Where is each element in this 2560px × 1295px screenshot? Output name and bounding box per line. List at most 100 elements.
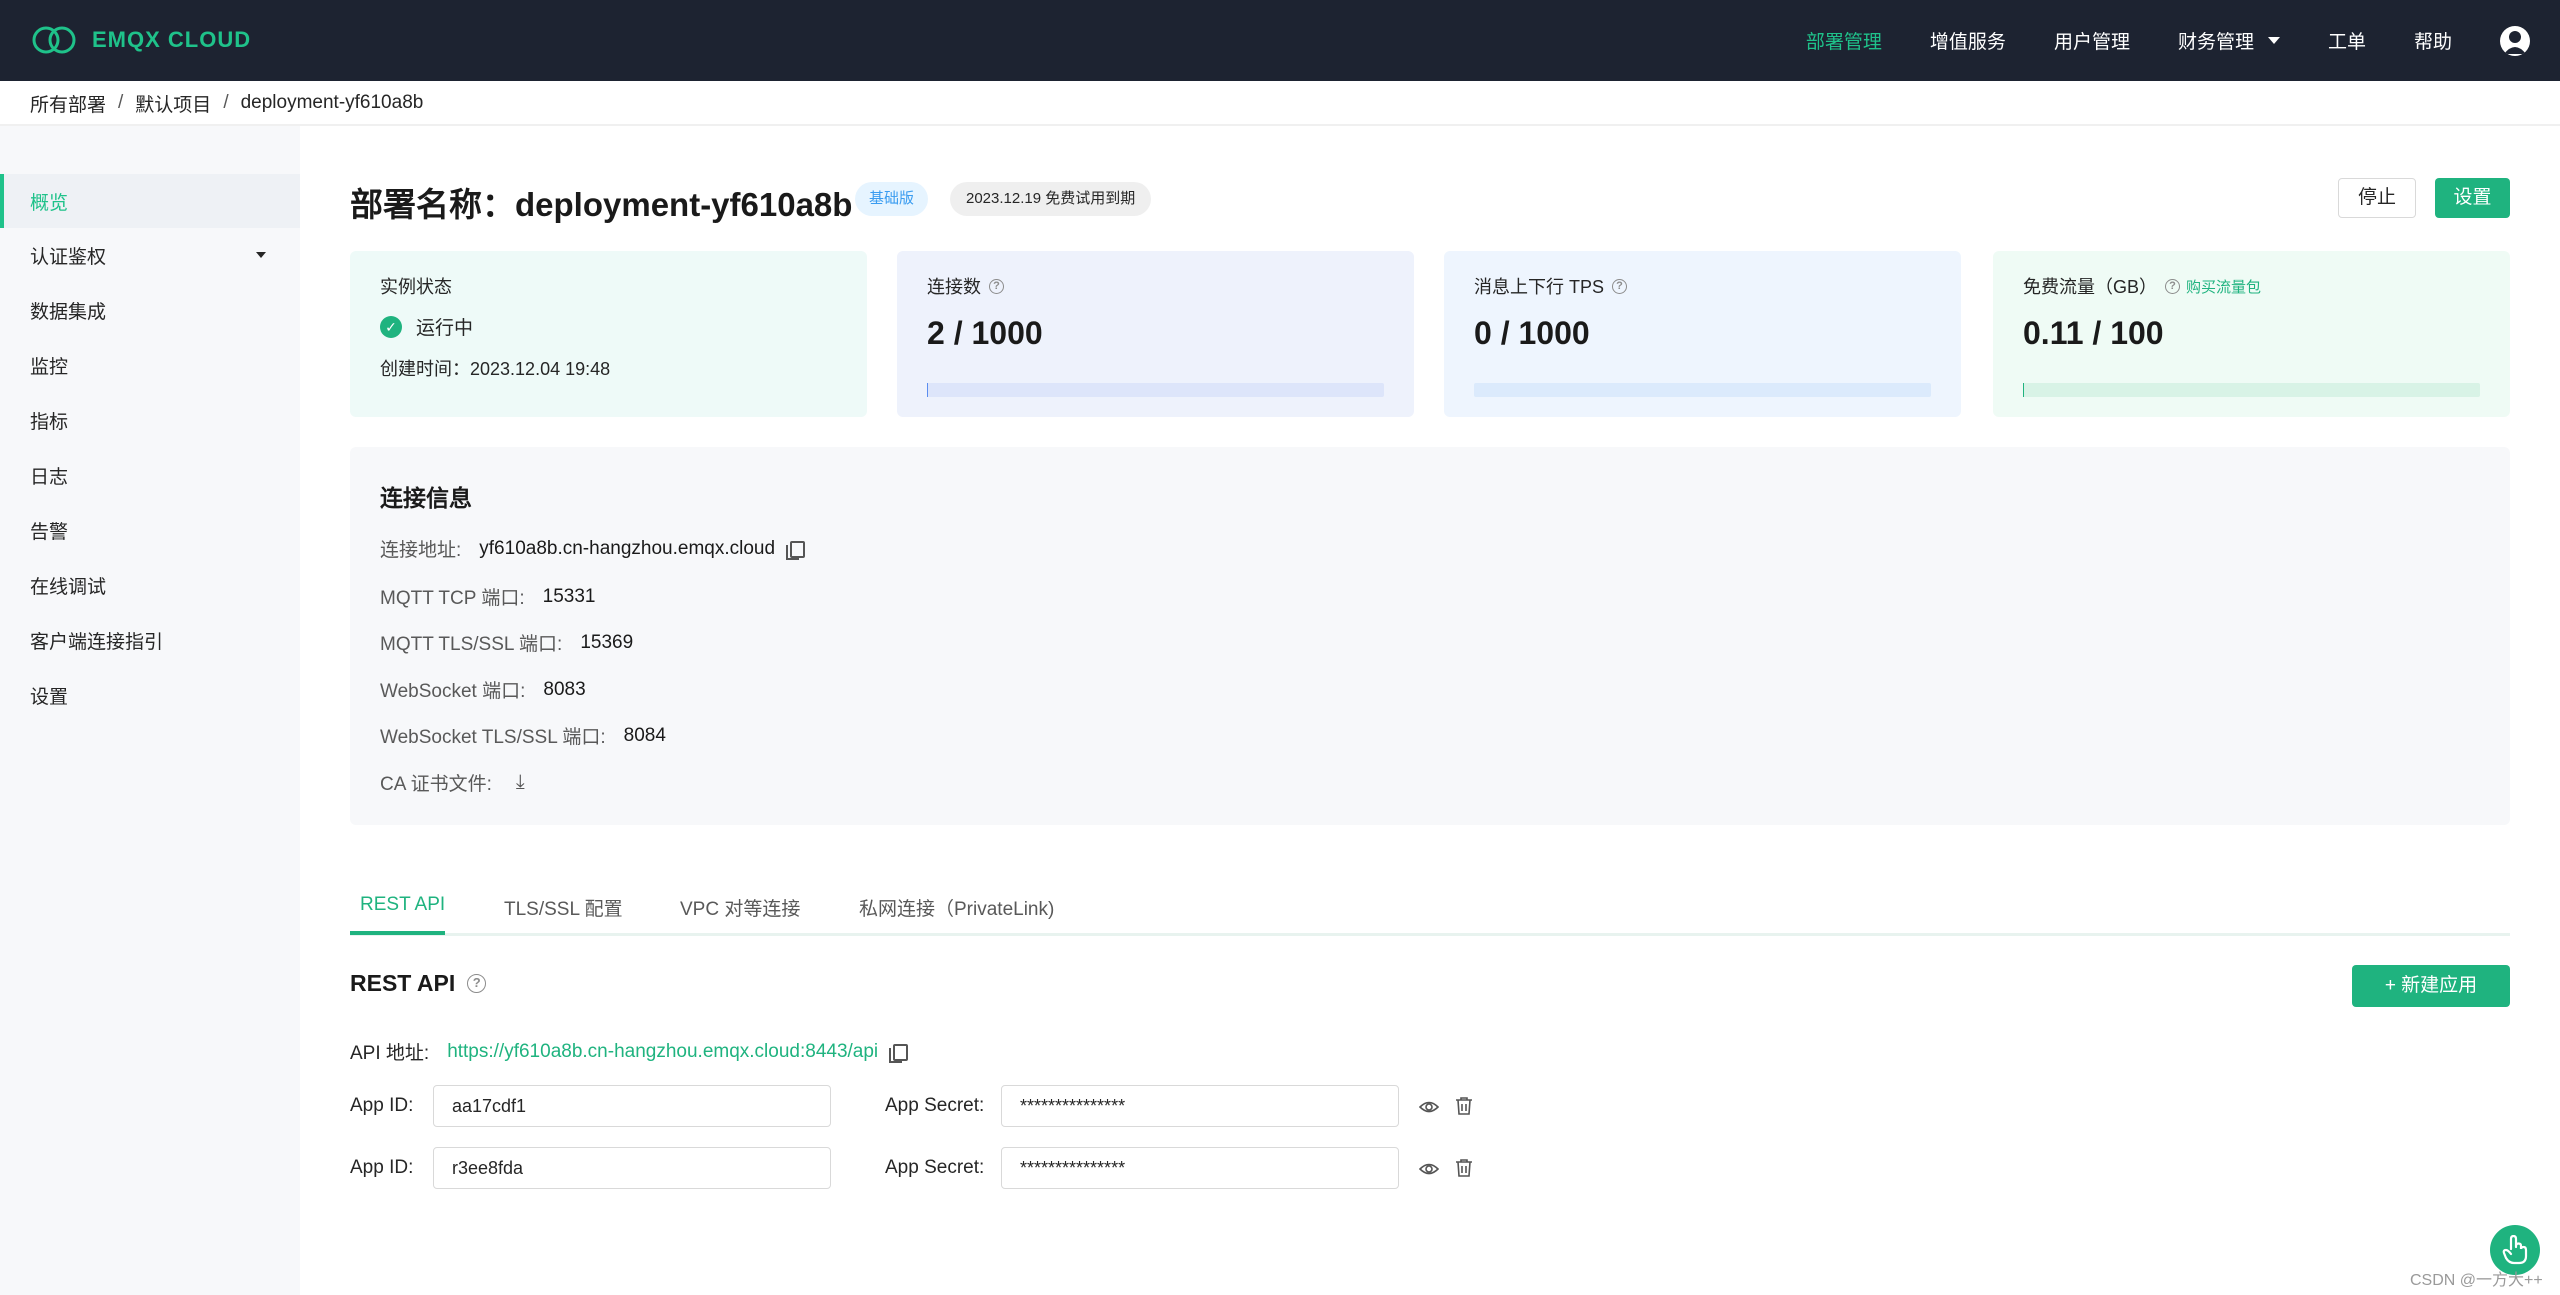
card-value: 2 / 1000 [927, 315, 1043, 351]
emqx-cloud-icon [32, 26, 76, 54]
sidebar: 概览 认证鉴权 数据集成 监控 指标 日志 告警 在线调试 客户端连接指引 设置 [0, 126, 300, 1295]
top-navbar: EMQX CLOUD 部署管理 增值服务 用户管理 财务管理 工单 帮助 [0, 0, 2560, 81]
buy-traffic-link[interactable]: 购买流量包 [2186, 276, 2261, 297]
card-value: 0.11 / 100 [2023, 315, 2164, 351]
conn-row-address: 连接地址: yf610a8b.cn-hangzhou.emqx.cloud [380, 535, 806, 562]
conn-row-mqtt-tls: MQTT TLS/SSL 端口: 15369 [380, 629, 633, 656]
conn-value: 15331 [542, 585, 596, 607]
card-label: 连接数 [927, 277, 981, 297]
new-app-button[interactable]: + 新建应用 [2352, 965, 2510, 1007]
user-avatar-icon[interactable] [2500, 25, 2530, 56]
trash-icon[interactable] [1455, 1158, 1473, 1178]
api-address-row: API 地址: https://yf610a8b.cn-hangzhou.emq… [350, 1038, 909, 1065]
created-time: 创建时间：2023.12.04 19:48 [380, 359, 611, 379]
copy-icon[interactable] [888, 1043, 909, 1063]
status-row: ✓ 运行中 [380, 313, 473, 340]
connections-card: 连接数? 2 / 1000 [897, 251, 1414, 417]
conn-key: CA 证书文件: [380, 774, 492, 795]
instance-status-card: 实例状态 ✓ 运行中 创建时间：2023.12.04 19:48 [350, 251, 867, 417]
traffic-card: 免费流量（GB）? 购买流量包 0.11 / 100 [1993, 251, 2510, 417]
help-icon[interactable]: ? [989, 278, 1004, 294]
conn-value: yf610a8b.cn-hangzhou.emqx.cloud [479, 537, 776, 559]
nav-label: 用户管理 [2053, 32, 2130, 53]
traffic-progress-bar [2023, 383, 2480, 397]
emqx-logo[interactable]: EMQX CLOUD [30, 24, 251, 56]
divider [0, 124, 2560, 126]
sidebar-item-logs[interactable]: 日志 [0, 448, 300, 502]
sidebar-item-overview[interactable]: 概览 [0, 174, 300, 228]
brand-name: EMQX CLOUD [92, 27, 252, 52]
settings-button[interactable]: 设置 [2435, 178, 2510, 218]
sidebar-item-label: 在线调试 [30, 576, 107, 598]
nav-help[interactable]: 帮助 [2414, 27, 2452, 54]
sidebar-item-label: 日志 [30, 466, 69, 488]
conn-row-websocket: WebSocket 端口: 8083 [380, 676, 586, 703]
tab-bar: REST API TLS/SSL 配置 VPC 对等连接 私网连接（Privat… [350, 886, 2510, 936]
sidebar-item-label: 认证鉴权 [30, 246, 107, 268]
page-title: 部署名称：deployment-yf610a8b [350, 186, 853, 223]
copy-icon[interactable] [785, 540, 806, 560]
tab-tls-ssl[interactable]: TLS/SSL 配置 [494, 894, 633, 934]
sidebar-item-label: 监控 [30, 356, 69, 378]
nav-users[interactable]: 用户管理 [2054, 27, 2130, 54]
active-tab-indicator [350, 931, 445, 935]
sidebar-item-label: 设置 [30, 686, 69, 708]
sidebar-item-online-debug[interactable]: 在线调试 [0, 558, 300, 612]
sidebar-item-label: 指标 [30, 411, 69, 433]
help-icon[interactable]: ? [467, 974, 487, 993]
breadcrumb-all-deployments[interactable]: 所有部署 [30, 90, 106, 117]
eye-icon[interactable] [1419, 1159, 1439, 1179]
card-label-row: 连接数? [927, 273, 1004, 299]
tab-privatelink[interactable]: 私网连接（PrivateLink) [849, 894, 1064, 934]
app-id-field[interactable]: r3ee8fda [433, 1147, 831, 1189]
trash-icon[interactable] [1455, 1096, 1473, 1116]
tab-label: REST API [360, 894, 446, 915]
tab-label: VPC 对等连接 [680, 899, 801, 920]
app-secret-field[interactable]: *************** [1001, 1147, 1399, 1189]
tps-card: 消息上下行 TPS? 0 / 1000 [1444, 251, 1961, 417]
sidebar-item-client-guide[interactable]: 客户端连接指引 [0, 613, 300, 667]
trial-expiry-badge: 2023.12.19 免费试用到期 [950, 182, 1152, 216]
nav-label: 帮助 [2413, 32, 2452, 53]
api-address-label: API 地址: [350, 1043, 430, 1064]
api-address-link[interactable]: https://yf610a8b.cn-hangzhou.emqx.cloud:… [447, 1041, 878, 1063]
sidebar-item-metrics[interactable]: 指标 [0, 393, 300, 447]
tab-vpc-peering[interactable]: VPC 对等连接 [670, 894, 810, 934]
chevron-down-icon [256, 252, 266, 258]
help-icon[interactable]: ? [2165, 278, 2181, 294]
rest-api-title: REST API ? [350, 970, 487, 997]
chevron-down-icon [2267, 37, 2280, 44]
sidebar-item-alerts[interactable]: 告警 [0, 503, 300, 557]
nav-finance[interactable]: 财务管理 [2178, 27, 2280, 54]
app-credential-row: App ID: r3ee8fda App Secret: ***********… [350, 1147, 1500, 1189]
conn-value: 15369 [580, 631, 634, 653]
app-secret-field[interactable]: *************** [1001, 1085, 1399, 1127]
sidebar-item-monitoring[interactable]: 监控 [0, 338, 300, 392]
download-icon[interactable]: ⤓ [516, 771, 525, 794]
stop-button[interactable]: 停止 [2338, 178, 2416, 218]
card-label: 免费流量（GB） [2023, 277, 2158, 297]
conn-row-websocket-tls: WebSocket TLS/SSL 端口: 8084 [380, 722, 666, 749]
eye-icon[interactable] [1419, 1097, 1439, 1117]
help-icon[interactable]: ? [1612, 278, 1628, 294]
tps-progress-bar [1474, 383, 1931, 397]
plan-badge: 基础版 [855, 182, 929, 216]
nav-deployments[interactable]: 部署管理 [1806, 27, 1882, 54]
sidebar-item-label: 数据集成 [30, 301, 107, 323]
hand-pointer-icon [2502, 1235, 2528, 1265]
connections-progress-bar [927, 383, 1384, 397]
breadcrumb-current: deployment-yf610a8b [240, 92, 424, 113]
card-label-row: 免费流量（GB）? 购买流量包 [2023, 273, 2261, 299]
sidebar-item-settings[interactable]: 设置 [0, 668, 300, 722]
section-title: 连接信息 [380, 485, 472, 511]
app-id-field[interactable]: aa17cdf1 [433, 1085, 831, 1127]
nav-value-added[interactable]: 增值服务 [1930, 27, 2006, 54]
conn-row-mqtt-tcp: MQTT TCP 端口: 15331 [380, 583, 595, 610]
tab-rest-api[interactable]: REST API [350, 894, 455, 934]
app-id-label: App ID: [350, 1157, 414, 1178]
card-label: 实例状态 [380, 277, 452, 297]
sidebar-item-data-integration[interactable]: 数据集成 [0, 283, 300, 337]
nav-tickets[interactable]: 工单 [2328, 27, 2366, 54]
breadcrumb-default-project[interactable]: 默认项目 [135, 90, 211, 117]
sidebar-item-auth[interactable]: 认证鉴权 [0, 228, 300, 282]
